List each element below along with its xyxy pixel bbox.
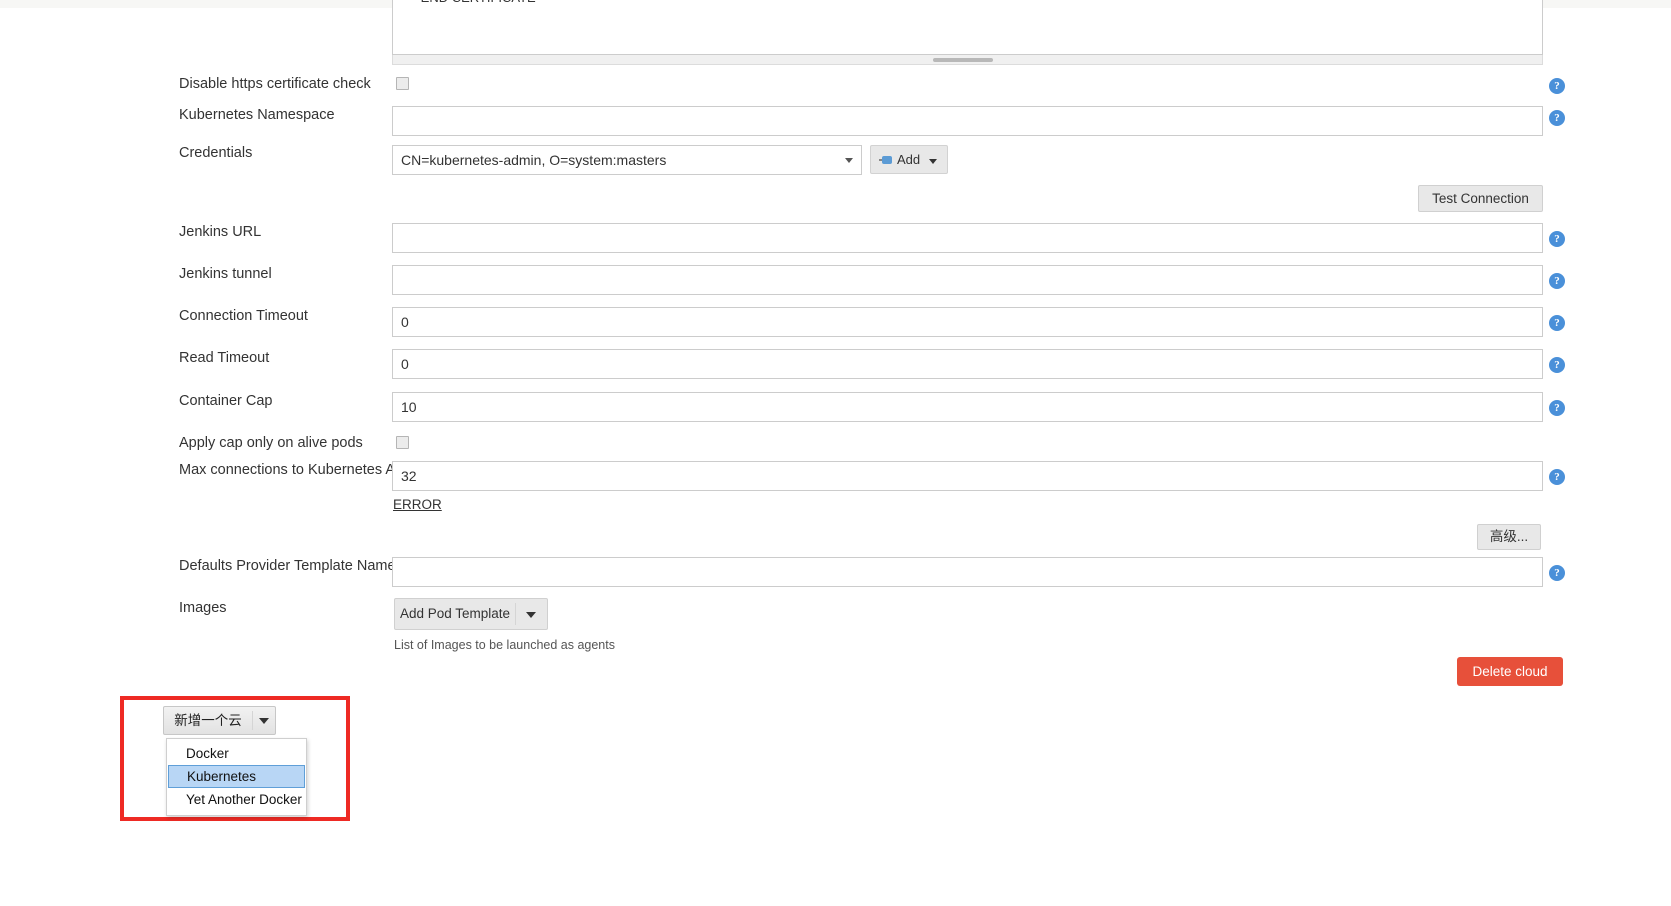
help-icon-defaults-provider-template[interactable]: ? — [1549, 565, 1565, 581]
certificate-textarea[interactable]: 5ZVyEfI+Ti8S/MXGPffIEfIRfI3O2fI6b7cMSQ8i… — [392, 0, 1543, 55]
label-credentials: Credentials — [179, 145, 253, 161]
add-button-caret-icon — [929, 159, 937, 164]
chevron-down-icon — [845, 158, 853, 163]
help-icon-max-connections[interactable]: ? — [1549, 469, 1565, 485]
help-icon-jenkins-url[interactable]: ? — [1549, 231, 1565, 247]
input-connection-timeout[interactable]: 0 — [392, 307, 1543, 337]
help-icon-read-timeout[interactable]: ? — [1549, 357, 1565, 373]
help-icon-container-cap[interactable]: ? — [1549, 400, 1565, 416]
label-jenkins-tunnel: Jenkins tunnel — [179, 266, 272, 282]
help-icon-jenkins-tunnel[interactable]: ? — [1549, 273, 1565, 289]
checkbox-disable-https-certificate-check[interactable] — [396, 77, 409, 90]
cloud-configuration-page: 5ZVyEfI+Ti8S/MXGPffIEfIRfI3O2fI6b7cMSQ8i… — [0, 0, 1671, 906]
select-credentials[interactable]: CN=kubernetes-admin, O=system:masters — [392, 145, 862, 175]
new-cloud-button[interactable]: 新增一个云 — [163, 706, 276, 735]
certificate-line-2: -----END CERTIFICATE----- — [399, 0, 557, 5]
input-container-cap[interactable]: 10 — [392, 392, 1543, 422]
help-icon-kubernetes-namespace[interactable]: ? — [1549, 110, 1565, 126]
error-link[interactable]: ERROR — [393, 497, 442, 512]
images-hint-text: List of Images to be launched as agents — [394, 638, 615, 652]
input-kubernetes-namespace[interactable] — [392, 106, 1543, 136]
add-pod-template-label: Add Pod Template — [399, 606, 511, 621]
label-kubernetes-namespace: Kubernetes Namespace — [179, 107, 335, 123]
add-pod-template-button[interactable]: Add Pod Template — [394, 598, 548, 630]
input-defaults-provider-template-name[interactable] — [392, 557, 1543, 587]
input-jenkins-url[interactable] — [392, 223, 1543, 253]
help-icon-connection-timeout[interactable]: ? — [1549, 315, 1565, 331]
select-credentials-value: CN=kubernetes-admin, O=system:masters — [401, 152, 667, 168]
input-jenkins-tunnel[interactable] — [392, 265, 1543, 295]
delete-cloud-button[interactable]: Delete cloud — [1457, 657, 1563, 686]
label-connection-timeout: Connection Timeout — [179, 308, 308, 324]
label-max-connections-to-kubernetes-api: Max connections to Kubernetes API — [179, 462, 409, 478]
help-icon-disable-https[interactable]: ? — [1549, 78, 1565, 94]
new-cloud-button-label: 新增一个云 — [174, 713, 242, 728]
add-button-label: Add — [897, 152, 921, 167]
button-separator — [515, 603, 516, 625]
label-jenkins-url: Jenkins URL — [179, 224, 262, 240]
input-max-connections-to-kubernetes-api[interactable]: 32 — [392, 461, 1543, 491]
label-images: Images — [179, 600, 227, 616]
input-read-timeout[interactable]: 0 — [392, 349, 1543, 379]
chevron-down-icon — [259, 718, 269, 724]
advanced-button[interactable]: 高级... — [1477, 524, 1541, 550]
button-separator — [252, 711, 253, 730]
label-defaults-provider-template-name: Defaults Provider Template Name — [179, 558, 396, 574]
cloud-type-dropdown-menu[interactable]: Docker Kubernetes Yet Another Docker — [166, 738, 307, 816]
test-connection-button[interactable]: Test Connection — [1418, 185, 1543, 212]
add-credentials-button[interactable]: Add — [870, 145, 948, 174]
dropdown-item-docker[interactable]: Docker — [167, 742, 306, 765]
plug-icon — [879, 155, 892, 165]
label-apply-cap-only-on-alive-pods: Apply cap only on alive pods — [179, 435, 363, 451]
scrollbar-thumb[interactable] — [933, 58, 993, 62]
dropdown-item-kubernetes[interactable]: Kubernetes — [168, 765, 305, 788]
checkbox-apply-cap-only-on-alive-pods[interactable] — [396, 436, 409, 449]
dropdown-item-yet-another-docker[interactable]: Yet Another Docker — [167, 788, 306, 811]
label-read-timeout: Read Timeout — [179, 350, 270, 366]
chevron-down-icon — [526, 612, 536, 618]
label-container-cap: Container Cap — [179, 393, 273, 409]
label-disable-https-certificate-check: Disable https certificate check — [179, 76, 371, 92]
certificate-horizontal-scrollbar[interactable] — [392, 55, 1543, 65]
